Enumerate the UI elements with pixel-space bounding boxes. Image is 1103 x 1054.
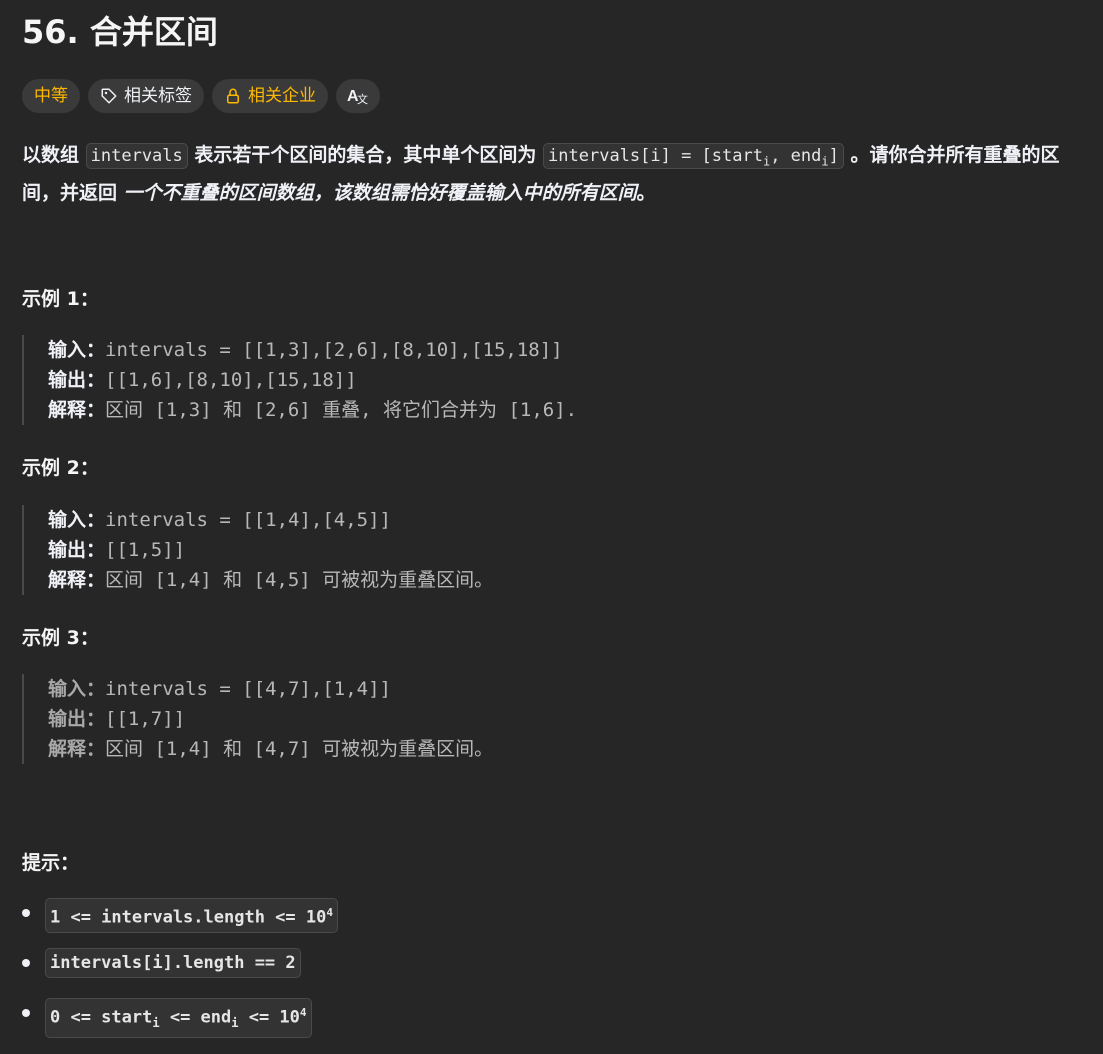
example-output-line: 输出： [[1,7]] [48, 704, 493, 734]
output-label: 输出： [48, 708, 106, 730]
explain-label: 解释： [48, 569, 106, 591]
constraints-title: 提示： [22, 852, 80, 874]
output-label: 输出： [48, 539, 106, 561]
difficulty-label: 中等 [34, 86, 68, 106]
example-input: intervals = [[1,4],[4,5]] [105, 509, 391, 531]
lock-icon [224, 87, 242, 105]
example-output: [[1,7]] [105, 708, 186, 730]
example-explanation-line: 解释： 区间 [1,3] 和 [2,6] 重叠, 将它们合并为 [1,6]. [48, 395, 577, 425]
example-input-line: 输入： intervals = [[1,4],[4,5]] [48, 505, 493, 535]
example-3-block: 输入： intervals = [[4,7],[1,4]] 输出： [[1,7]] … [22, 674, 493, 764]
constraint-item: intervals[i].length == 2 [22, 948, 338, 998]
code-interval-definition: intervals[i] = [starti, endi] [543, 143, 844, 169]
bullet-icon [22, 909, 30, 917]
example-input: intervals = [[4,7],[1,4]] [105, 678, 391, 700]
constraint-code: 0 <= starti <= endi <= 104 [45, 998, 312, 1039]
tag-bar: 中等 相关标签 相关企业 A 文 [22, 79, 380, 113]
translate-button[interactable]: A 文 [336, 79, 380, 113]
difficulty-badge: 中等 [22, 79, 80, 113]
example-explanation-line: 解释： 区间 [1,4] 和 [4,5] 可被视为重叠区间。 [48, 565, 493, 595]
problem-description: 以数组 intervals 表示若干个区间的集合，其中单个区间为 interva… [22, 139, 1082, 209]
related-companies-button[interactable]: 相关企业 [212, 79, 328, 113]
translate-icon: A 文 [347, 86, 369, 106]
code-part: 1 <= intervals.length <= 10 [50, 907, 327, 928]
description-text: 。 [636, 182, 656, 205]
constraint-item: 1 <= intervals.length <= 104 [22, 898, 338, 948]
description-text: 以数组 [22, 144, 80, 166]
subscript: i [152, 1016, 160, 1031]
subscript: i [821, 154, 829, 169]
code-part: <= end [159, 1007, 232, 1028]
constraint-item: 0 <= starti <= endi <= 104 [22, 998, 338, 1048]
tag-icon [100, 87, 118, 105]
code-intervals: intervals [85, 143, 188, 169]
output-label: 输出： [48, 369, 106, 391]
example-output-line: 输出： [[1,6],[8,10],[15,18]] [48, 365, 577, 395]
example-3-title: 示例 3： [22, 627, 99, 649]
explain-label: 解释： [48, 399, 106, 421]
svg-text:文: 文 [357, 92, 368, 106]
page-title: 56. 合并区间 [22, 13, 218, 51]
superscript: 4 [299, 1006, 307, 1019]
bullet-icon [22, 1009, 30, 1017]
related-companies-label: 相关企业 [248, 86, 316, 106]
related-topics-label: 相关标签 [124, 86, 192, 106]
example-2-block: 输入： intervals = [[1,4],[4,5]] 输出： [[1,5]] … [22, 505, 493, 595]
example-2-title: 示例 2： [22, 457, 99, 479]
constraints-list: 1 <= intervals.length <= 104 intervals[i… [22, 898, 338, 1048]
description-text: 表示若干个区间的集合，其中单个区间为 [194, 144, 537, 166]
description-emphasis: 一个不重叠的区间数组，该数组需恰好覆盖输入中的所有区间 [123, 182, 637, 205]
example-output-line: 输出： [[1,5]] [48, 535, 493, 565]
code-part: , end [770, 146, 822, 166]
constraint-code: 1 <= intervals.length <= 104 [45, 898, 338, 933]
example-1-title: 示例 1： [22, 288, 99, 310]
input-label: 输入： [48, 509, 106, 531]
code-part: 0 <= start [50, 1007, 153, 1028]
input-label: 输入： [48, 678, 106, 700]
input-label: 输入： [48, 339, 106, 361]
example-explanation: 区间 [1,4] 和 [4,5] 可被视为重叠区间。 [105, 569, 494, 591]
example-explanation: 区间 [1,4] 和 [4,7] 可被视为重叠区间。 [105, 738, 494, 760]
example-1-block: 输入： intervals = [[1,3],[2,6],[8,10],[15,1… [22, 335, 577, 425]
example-output: [[1,6],[8,10],[15,18]] [105, 369, 357, 391]
superscript: 4 [326, 906, 333, 919]
example-input: intervals = [[1,3],[2,6],[8,10],[15,18]] [105, 339, 563, 361]
example-input-line: 输入： intervals = [[4,7],[1,4]] [48, 674, 493, 704]
code-part: intervals[i] = [start [548, 146, 763, 166]
related-topics-button[interactable]: 相关标签 [88, 79, 204, 113]
example-explanation-line: 解释： 区间 [1,4] 和 [4,7] 可被视为重叠区间。 [48, 734, 493, 764]
bullet-icon [22, 959, 30, 967]
example-input-line: 输入： intervals = [[1,3],[2,6],[8,10],[15,1… [48, 335, 577, 365]
code-part: <= 10 [238, 1007, 300, 1028]
explain-label: 解释： [48, 738, 106, 760]
constraint-code: intervals[i].length == 2 [45, 948, 301, 978]
example-explanation: 区间 [1,3] 和 [2,6] 重叠, 将它们合并为 [1,6]. [105, 399, 578, 421]
example-output: [[1,5]] [105, 539, 186, 561]
code-part: ] [828, 146, 839, 166]
